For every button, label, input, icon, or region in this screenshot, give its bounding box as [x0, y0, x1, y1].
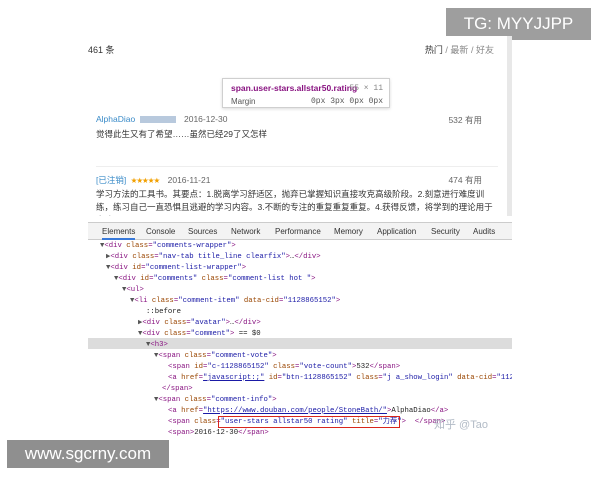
dom-node-line[interactable]: ▼<div id="comment-list-wrapper">: [106, 263, 246, 274]
sort-separator: /: [470, 45, 474, 55]
tab-performance[interactable]: Performance: [275, 223, 321, 240]
dom-node-line[interactable]: ▼<h3>: [146, 340, 168, 351]
sort-separator: /: [445, 45, 448, 55]
tab-security[interactable]: Security: [431, 223, 460, 240]
tab-application[interactable]: Application: [377, 223, 416, 240]
comment-date: 2016-11-21: [167, 175, 211, 185]
dom-node-line[interactable]: </span>: [162, 384, 193, 395]
tab-memory[interactable]: Memory: [334, 223, 363, 240]
comment-header: AlphaDiao 2016-12-30 532 有用: [96, 114, 500, 128]
useful-count[interactable]: 532 有用: [448, 114, 482, 126]
dom-node-line[interactable]: ▼<li class="comment-item" data-cid="1128…: [130, 296, 340, 307]
site-watermark: www.sgcrny.com: [7, 440, 169, 468]
tab-network[interactable]: Network: [231, 223, 260, 240]
comment-text: 觉得此生又有了希望……虽然已经29了又怎样: [96, 129, 267, 139]
dom-node-line[interactable]: <span id="c-1128865152" class="vote-coun…: [168, 362, 400, 373]
sort-options: 热门 / 最新 / 好友: [425, 43, 494, 56]
tooltip-selector: span.user-stars.allstar50.rating: [231, 83, 358, 93]
sort-newest-link[interactable]: 最新: [450, 45, 468, 55]
dom-node-line[interactable]: ▼<span class="comment-vote">: [154, 351, 277, 362]
tab-elements[interactable]: Elements: [102, 223, 136, 240]
dom-node-line[interactable]: ▶<div class="nav-tab title_line clearfix…: [106, 252, 321, 263]
devtools-panel: Elements Console Sources Network Perform…: [88, 222, 512, 440]
tooltip-margin-label: Margin: [231, 97, 256, 106]
dom-node-line[interactable]: ▼<div class="comments-wrapper">: [100, 241, 236, 252]
dom-node-line[interactable]: ▼<span class="comment-info">: [154, 395, 277, 406]
dom-node-line[interactable]: ▼<ul>: [122, 285, 144, 296]
divider: [96, 166, 498, 167]
highlight-box: [218, 416, 400, 428]
sort-friends-link[interactable]: 好友: [476, 45, 494, 55]
tab-audits[interactable]: Audits: [473, 223, 495, 240]
inspect-tooltip: span.user-stars.allstar50.rating 55 × 11…: [222, 78, 390, 108]
dom-node-line[interactable]: ▶<div class="avatar">…</div>: [138, 318, 261, 329]
useful-count[interactable]: 474 有用: [448, 174, 482, 186]
comment-date: 2016-12-30: [183, 114, 228, 124]
comment-header: [已注销] ★★★★★ 2016-11-21 474 有用: [96, 174, 500, 188]
sort-hot-link[interactable]: 热门: [425, 45, 443, 55]
zhihu-watermark: 知乎 @Tao: [434, 419, 488, 431]
rating-stars-highlighted: [139, 116, 176, 124]
tab-console[interactable]: Console: [146, 223, 175, 240]
comment-user-link[interactable]: AlphaDiao: [96, 114, 135, 124]
dom-node-line[interactable]: <span>2016-12-30</span>: [168, 428, 269, 439]
comment-item: [已注销] ★★★★★ 2016-11-21 474 有用 学习方法的工具书。其…: [96, 174, 500, 216]
dom-node-line[interactable]: ▼<div class="comment"> == $0: [138, 329, 261, 340]
tab-sources[interactable]: Sources: [188, 223, 217, 240]
comment-user-link[interactable]: [已注销]: [96, 175, 126, 185]
comment-count: 461 条: [88, 45, 115, 55]
rating-stars: ★★★★★: [130, 176, 161, 185]
web-page: 461 条 热门 / 最新 / 好友 span.user-stars.allst…: [88, 36, 512, 216]
tooltip-size: 55 × 11: [349, 84, 383, 93]
dom-node-line[interactable]: <a href="javascript:;" id="btn-112886515…: [168, 373, 512, 384]
devtools-tab-bar: Elements Console Sources Network Perform…: [88, 223, 512, 240]
dom-node-line[interactable]: ▼<div id="comments" class="comment-list …: [114, 274, 316, 285]
comment-item: AlphaDiao 2016-12-30 532 有用 觉得此生又有了希望……虽…: [96, 114, 500, 141]
page-scrollbar[interactable]: [507, 36, 512, 216]
tooltip-margin-value: 0px 3px 0px 0px: [310, 97, 383, 106]
dom-node-line[interactable]: ::before: [146, 307, 181, 318]
comment-text: 学习方法的工具书。其要点：1.脱离学习舒适区，抛弃已掌握知识直接攻克高级阶段。2…: [96, 189, 493, 216]
